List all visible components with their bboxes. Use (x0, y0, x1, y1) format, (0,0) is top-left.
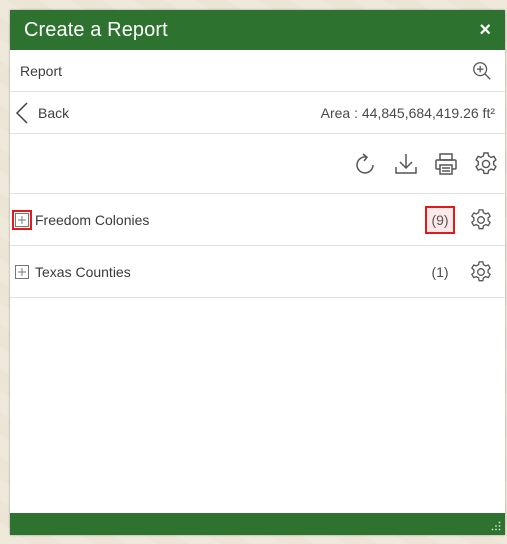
navigation-row: Back Area : 44,845,684,419.26 ft² (10, 92, 505, 134)
layer-name[interactable]: Freedom Colonies (35, 212, 149, 228)
back-label: Back (38, 104, 70, 121)
panel-title: Create a Report (24, 18, 168, 41)
plus-box-icon (15, 264, 29, 279)
expand-button[interactable] (12, 209, 32, 230)
layer-name[interactable]: Texas Counties (35, 264, 131, 280)
feature-count: (9) (425, 205, 455, 234)
report-row: Report (10, 50, 505, 92)
resize-handle-icon[interactable] (491, 521, 501, 531)
chevron-left-icon (15, 101, 28, 124)
panel-footer (10, 513, 505, 535)
close-button[interactable]: × (479, 20, 493, 40)
create-report-panel: Create a Report × Report Back Area : 44,… (10, 10, 505, 535)
plus-box-icon (15, 212, 29, 227)
back-button[interactable]: Back (14, 101, 69, 125)
zoom-in-icon[interactable] (471, 60, 493, 82)
panel-header: Create a Report × (10, 10, 505, 50)
layer-row: Texas Counties (1) (10, 246, 505, 298)
layer-row: Freedom Colonies (9) (10, 194, 505, 246)
report-toolbar (10, 134, 505, 194)
layer-settings-icon[interactable] (469, 208, 493, 232)
feature-count: (1) (431, 263, 449, 280)
area-readout: Area : 44,845,684,419.26 ft² (320, 104, 495, 121)
expand-button[interactable] (12, 262, 32, 282)
refresh-icon[interactable] (353, 151, 379, 177)
layer-settings-icon[interactable] (469, 260, 493, 284)
print-icon[interactable] (433, 151, 459, 177)
report-label: Report (20, 62, 63, 79)
download-icon[interactable] (393, 151, 419, 177)
settings-icon[interactable] (473, 151, 499, 177)
